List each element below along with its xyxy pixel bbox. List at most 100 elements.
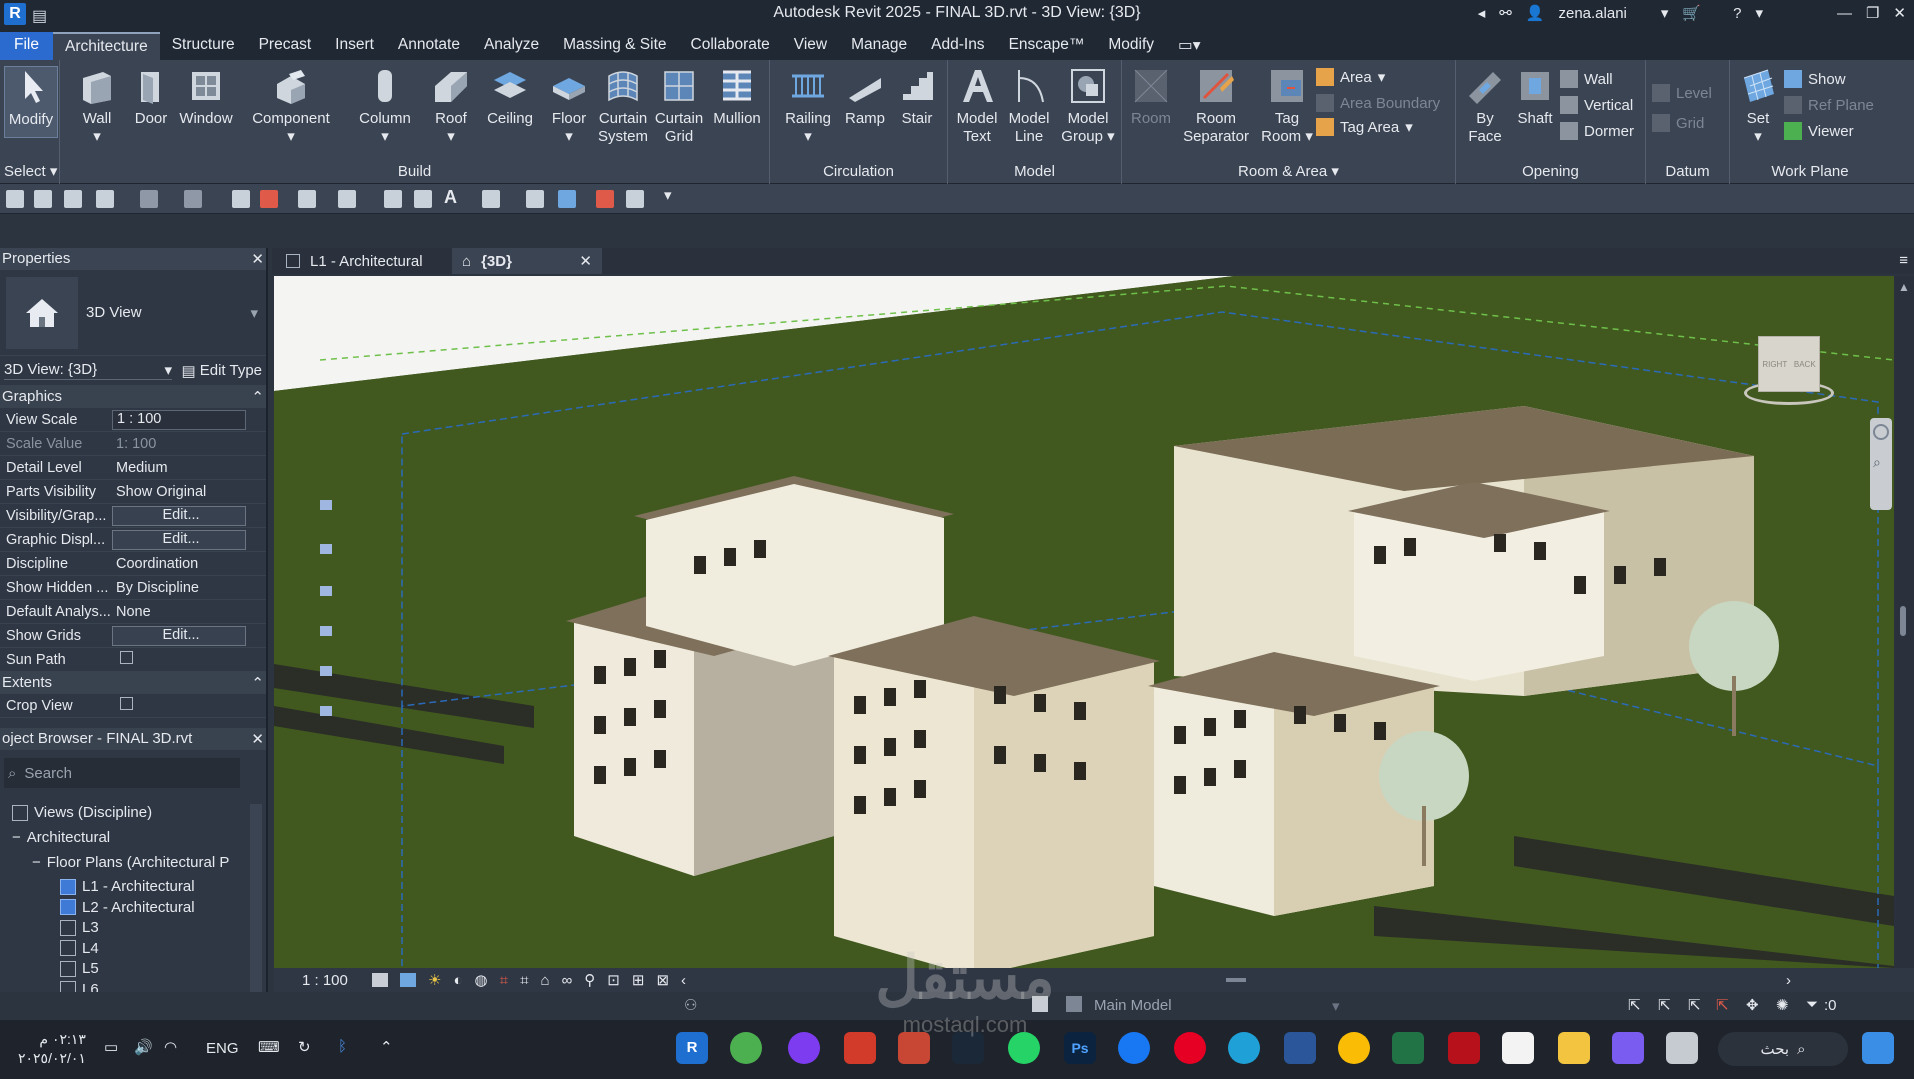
column-button[interactable]: Column ▾ xyxy=(350,66,420,146)
refresh-icon[interactable]: ↻ xyxy=(298,1038,311,1056)
steering-wheel-icon[interactable] xyxy=(1873,424,1889,440)
tag-area-button[interactable]: Tag Area ▾ xyxy=(1316,118,1413,136)
viewer-button[interactable]: Viewer xyxy=(1784,122,1854,140)
door-button[interactable]: Door xyxy=(126,66,176,128)
dimension-icon[interactable] xyxy=(338,190,356,208)
wall-button[interactable]: Wall ▾ xyxy=(72,66,122,146)
revit-app-icon[interactable]: R xyxy=(676,1032,708,1064)
ceiling-button[interactable]: Ceiling xyxy=(480,66,540,128)
area-boundary-button[interactable]: Area Boundary xyxy=(1316,94,1440,112)
select-dropdown[interactable]: Select ▾ xyxy=(0,162,59,180)
chevron-down-icon[interactable]: ▾ xyxy=(1755,4,1763,22)
keyboard-icon[interactable]: ⌨ xyxy=(258,1038,280,1056)
tab-structure[interactable]: Structure xyxy=(160,32,247,60)
pinterest-icon[interactable] xyxy=(1174,1032,1206,1064)
tab-annotate[interactable]: Annotate xyxy=(386,32,472,60)
chevron-up-icon[interactable]: ⌃ xyxy=(380,1038,393,1056)
chrome-profile-icon[interactable] xyxy=(730,1032,762,1064)
curtain-system-button[interactable]: Curtain System xyxy=(596,66,650,146)
property-input[interactable]: 1 : 100 xyxy=(112,409,246,430)
tab-collaborate[interactable]: Collaborate xyxy=(679,32,782,60)
shadows-icon[interactable]: ◐ xyxy=(453,972,462,989)
tree-node-architectural[interactable]: − Architectural xyxy=(12,829,110,846)
tab-l1-architectural[interactable]: L1 - Architectural xyxy=(276,248,454,274)
temp-hide-icon[interactable]: ∞ xyxy=(562,972,573,989)
property-value[interactable]: Medium xyxy=(112,460,266,476)
chevron-down-icon[interactable]: ▾ xyxy=(1332,997,1340,1015)
tag-icon[interactable] xyxy=(384,190,402,208)
minimize-button[interactable]: — xyxy=(1837,5,1852,22)
scrollbar[interactable] xyxy=(250,804,262,1014)
facebook-icon[interactable] xyxy=(1118,1032,1150,1064)
edge-icon[interactable] xyxy=(1228,1032,1260,1064)
tab-view[interactable]: View xyxy=(782,32,839,60)
edit-button[interactable]: Edit... xyxy=(112,529,246,550)
print-icon[interactable] xyxy=(232,190,250,208)
file-explorer-icon[interactable] xyxy=(1558,1032,1590,1064)
edit-button[interactable]: Edit... xyxy=(112,625,246,646)
render-icon[interactable]: ◍ xyxy=(475,971,488,989)
acrobat-icon[interactable] xyxy=(1448,1032,1480,1064)
tab-insert[interactable]: Insert xyxy=(323,32,386,60)
ramp-button[interactable]: Ramp xyxy=(840,66,890,128)
room-separator-button[interactable]: Room Separator xyxy=(1176,66,1256,146)
tree-item-view[interactable]: L2 - Architectural xyxy=(60,899,195,916)
sync-icon[interactable] xyxy=(96,190,114,208)
tree-item-view[interactable]: L3 xyxy=(60,919,99,936)
select-by-face-icon[interactable]: ⇱ xyxy=(1716,996,1729,1014)
3d-viewport[interactable]: RIGHT BACK ⌕ xyxy=(274,276,1894,968)
tab-architecture[interactable]: Architecture xyxy=(52,32,160,60)
opening-wall-button[interactable]: Wall xyxy=(1560,70,1613,88)
clock-date[interactable]: ٢٠٢٥/٠٢/٠١ xyxy=(18,1049,86,1068)
tab-precast[interactable]: Precast xyxy=(247,32,324,60)
sun-path-icon[interactable]: ☀ xyxy=(428,971,441,989)
copilot-icon[interactable] xyxy=(1612,1032,1644,1064)
shaft-button[interactable]: Shaft xyxy=(1510,66,1560,128)
tab-manage[interactable]: Manage xyxy=(839,32,919,60)
type-selector[interactable]: 3D View ▾ xyxy=(0,270,266,356)
tree-node-floor-plans[interactable]: − Floor Plans (Architectural P xyxy=(32,854,229,871)
tab-massing-site[interactable]: Massing & Site xyxy=(551,32,678,60)
select-underlay-icon[interactable]: ⇱ xyxy=(1658,996,1671,1014)
worksharing-icon[interactable]: ⊡ xyxy=(607,971,620,989)
task-view-icon[interactable] xyxy=(1666,1032,1698,1064)
tree-item-view[interactable]: L4 xyxy=(60,940,99,957)
text-tool-icon[interactable]: A xyxy=(444,187,462,207)
ref-plane-button[interactable]: Ref Plane xyxy=(1784,96,1874,114)
model-line-button[interactable]: Model Line xyxy=(1002,66,1056,146)
chevron-right-icon[interactable]: › xyxy=(1786,972,1791,989)
by-face-button[interactable]: By Face xyxy=(1460,66,1510,146)
collapse-icon[interactable]: ⌃ xyxy=(251,388,264,406)
save-icon[interactable] xyxy=(64,190,82,208)
section-icon[interactable] xyxy=(526,190,544,208)
model-group-button[interactable]: Model Group ▾ xyxy=(1058,66,1118,146)
select-links-icon[interactable]: ⇱ xyxy=(1628,996,1641,1014)
property-value[interactable]: By Discipline xyxy=(112,580,266,596)
tab-file[interactable]: File xyxy=(0,32,53,60)
select-pinned-icon[interactable]: ⇱ xyxy=(1688,996,1701,1014)
default-3d-icon[interactable] xyxy=(414,190,432,208)
level-button[interactable]: Level xyxy=(1652,84,1712,102)
show-button[interactable]: Show xyxy=(1784,70,1846,88)
switch-windows-icon[interactable] xyxy=(626,190,644,208)
tab-enscape[interactable]: Enscape™ xyxy=(997,32,1097,60)
close-icon[interactable]: ✕ xyxy=(251,250,264,268)
scroll-up-icon[interactable]: ▲ xyxy=(1898,280,1910,294)
search-input[interactable]: ⌕ Search xyxy=(4,758,240,788)
property-value[interactable]: Show Original xyxy=(112,484,266,500)
tab-analyze[interactable]: Analyze xyxy=(472,32,551,60)
analytical-icon[interactable]: ⊞ xyxy=(632,971,645,989)
close-icon[interactable]: ✕ xyxy=(251,730,264,748)
window-button[interactable]: Window xyxy=(176,66,236,128)
set-button[interactable]: Set ▾ xyxy=(1734,66,1782,146)
vertical-scrollbar[interactable]: ▲ xyxy=(1894,276,1914,968)
chevron-left-icon[interactable]: ◂ xyxy=(1478,4,1486,22)
taskbar-search[interactable]: بحث ⌕ xyxy=(1718,1032,1848,1066)
modify-button[interactable]: Modify xyxy=(4,66,58,138)
store-icon[interactable] xyxy=(1502,1032,1534,1064)
tree-item-view[interactable]: L5 xyxy=(60,960,99,977)
restore-button[interactable]: ❐ xyxy=(1866,4,1879,22)
tab-add-ins[interactable]: Add-Ins xyxy=(919,32,996,60)
area-button[interactable]: Area ▾ xyxy=(1316,68,1385,86)
zoom-icon[interactable]: ⌕ xyxy=(1873,454,1889,470)
